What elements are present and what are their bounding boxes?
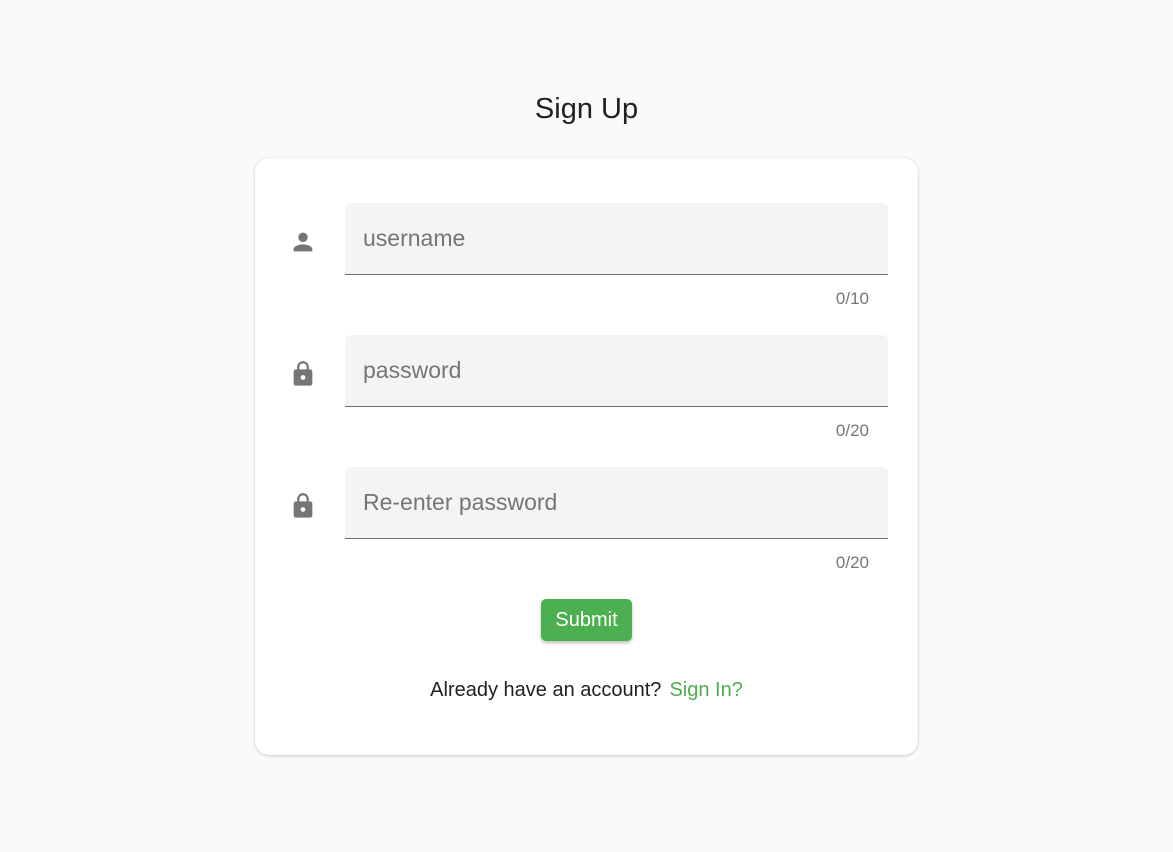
signin-prompt-text: Already have an account? bbox=[430, 679, 662, 701]
confirm-password-input[interactable] bbox=[345, 467, 888, 538]
submit-button[interactable]: Submit bbox=[541, 599, 632, 641]
confirm-password-char-counter: 0/20 bbox=[835, 553, 869, 572]
password-field-container bbox=[345, 335, 888, 407]
page-title: Sign Up bbox=[534, 93, 639, 125]
username-field-container bbox=[345, 203, 888, 275]
confirm-password-row: 0/20 bbox=[255, 467, 918, 577]
confirm-password-field-container bbox=[345, 467, 888, 539]
person-icon bbox=[289, 225, 317, 259]
password-char-counter: 0/20 bbox=[835, 421, 869, 440]
lock-icon bbox=[289, 489, 317, 523]
lock-icon bbox=[289, 357, 317, 391]
signin-link[interactable]: Sign In? bbox=[669, 679, 742, 701]
password-row: 0/20 bbox=[255, 335, 918, 445]
signin-prompt: Already have an account? Sign In? bbox=[255, 676, 918, 704]
signup-card: 0/10 0/20 0/20 Submit bbox=[255, 158, 918, 755]
username-char-counter: 0/10 bbox=[835, 289, 869, 308]
username-row: 0/10 bbox=[255, 203, 918, 313]
signup-page: Sign Up 0/10 0/20 bbox=[0, 0, 1173, 852]
password-input[interactable] bbox=[345, 335, 888, 406]
username-input[interactable] bbox=[345, 203, 888, 274]
